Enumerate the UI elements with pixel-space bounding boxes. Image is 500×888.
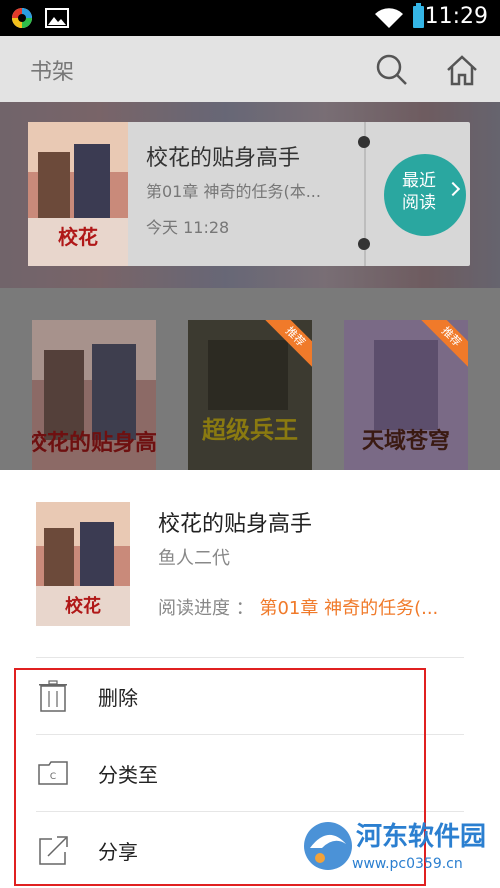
home-icon[interactable] [442,50,482,90]
bookshelf-grid: 校花的贴身高手 超级兵王 推荐 天域苍穹 推荐 [0,288,500,470]
svg-text:校花: 校花 [58,225,98,249]
recent-button-line2: 阅读 [402,193,436,213]
reading-progress: 阅读进度 ： 第01章 神奇的任务(... [158,594,438,620]
binder-ring [358,238,370,250]
recent-book-card[interactable]: 校花 校花的贴身高手 第01章 神奇的任务(本... 今天 11:28 最近 阅… [28,122,470,266]
book-cover-title: 天域苍穹 [362,428,450,454]
search-icon[interactable] [372,50,412,90]
status-time: 11:29 [424,4,488,29]
book-cover-title: 超级兵王 [202,416,298,444]
watermark-url: www.pc0359.cn [352,856,463,872]
page-title: 书架 [30,60,75,85]
progress-chapter: 第01章 神奇的任务(... [259,598,439,619]
screen: 11:29 书架 校花 校花的贴身高手 第01章 神奇的任务(本... 今天 1… [0,0,500,888]
watermark-title: 河东软件园 [356,822,487,852]
sheet-book-author: 鱼人二代 [158,548,230,569]
watermark-logo-icon [304,822,352,870]
recent-read-time: 今天 11:28 [146,218,230,237]
recent-reading-button[interactable]: 最近 阅读 [384,154,466,236]
app-notification-icon [12,8,32,28]
book-item[interactable]: 天域苍穹 推荐 [344,320,468,470]
status-bar: 11:29 [0,0,500,36]
sheet-book-cover: 校花 [36,502,130,626]
recent-book-chapter: 第01章 神奇的任务(本... [146,182,321,201]
recent-book-cover[interactable]: 校花 [28,122,128,266]
binder-ring [358,136,370,148]
watermark: 河东软件园 www.pc0359.cn [300,814,496,886]
book-item[interactable]: 校花的贴身高手 [32,320,156,470]
book-cover-title: 校花的贴身高手 [32,430,156,456]
book-item[interactable]: 超级兵王 推荐 [188,320,312,470]
recent-book-title: 校花的贴身高手 [146,146,301,171]
gallery-notification-icon [45,8,69,28]
book-cover: 校花的贴身高手 [32,320,156,470]
svg-text:校花: 校花 [65,595,101,617]
battery-icon [413,3,424,28]
recent-reading-banner: 校花 校花的贴身高手 第01章 神奇的任务(本... 今天 11:28 最近 阅… [0,102,500,288]
app-bar: 书架 [0,36,500,102]
progress-label: 阅读进度 ： [158,598,254,619]
sheet-book-title: 校花的贴身高手 [158,512,313,537]
wifi-icon [375,8,403,28]
